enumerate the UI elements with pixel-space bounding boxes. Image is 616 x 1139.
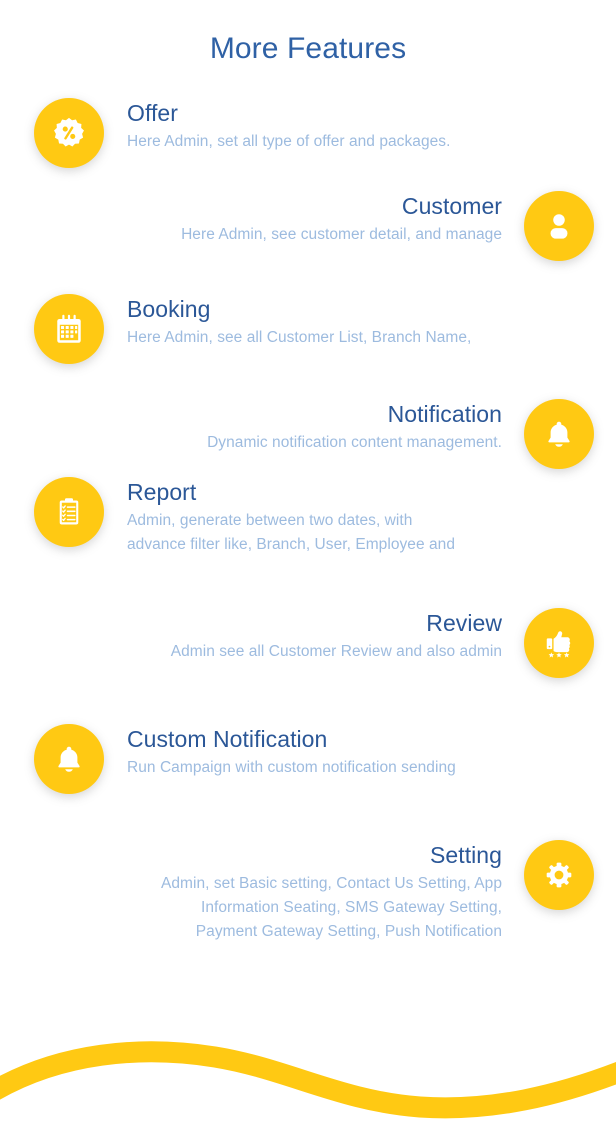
gear-icon	[524, 840, 594, 910]
feature-title: Setting	[430, 842, 502, 868]
thumbs-up-stars-icon	[524, 608, 594, 678]
calendar-icon	[34, 294, 104, 364]
yellow-wave-divider	[0, 1041, 616, 1119]
feature-title: Notification	[387, 401, 502, 427]
feature-description: Admin, set Basic setting, Contact Us Set…	[160, 875, 502, 940]
clipboard-checklist-icon	[34, 477, 104, 547]
feature-description: Here Admin, see customer detail, and man…	[181, 226, 502, 243]
page-title: More Features	[209, 32, 407, 65]
feature-text-offer: Offer Here Admin, set all type of offer …	[127, 98, 450, 154]
feature-text-report: Report Admin, generate between two dates…	[127, 477, 455, 557]
percent-badge-icon	[34, 98, 104, 168]
feature-item-setting[interactable]: Setting Admin, set Basic setting, Contac…	[161, 840, 594, 944]
feature-text-notification: Notification Dynamic notification conten…	[207, 399, 502, 455]
person-icon	[524, 191, 594, 261]
feature-description: Here Admin, see all Customer List, Branc…	[127, 329, 472, 346]
feature-title: Review	[426, 610, 502, 636]
bell-icon	[524, 399, 594, 469]
feature-item-customer[interactable]: Customer Here Admin, see customer detail…	[181, 191, 594, 261]
feature-item-report[interactable]: Report Admin, generate between two dates…	[34, 477, 455, 557]
feature-description: Here Admin, set all type of offer and pa…	[127, 133, 451, 150]
feature-title: Customer	[401, 193, 502, 219]
feature-list-page: More Features Offer Here Admin, set all …	[0, 0, 616, 1139]
feature-text-setting: Setting Admin, set Basic setting, Contac…	[161, 840, 502, 944]
feature-title: Offer	[127, 100, 178, 126]
feature-text-custom-notification: Custom Notification Run Campaign with cu…	[127, 724, 456, 780]
feature-description: Admin, generate between two dates, with …	[127, 512, 456, 553]
feature-text-booking: Booking Here Admin, see all Customer Lis…	[127, 294, 471, 350]
feature-item-notification[interactable]: Notification Dynamic notification conten…	[207, 399, 594, 469]
bell-icon	[34, 724, 104, 794]
feature-title: Custom Notification	[127, 726, 328, 752]
feature-description: Admin see all Customer Review and also a…	[170, 643, 502, 660]
feature-description: Dynamic notification content management.	[207, 434, 502, 451]
feature-item-review[interactable]: Review Admin see all Customer Review and…	[171, 608, 594, 678]
feature-title: Booking	[127, 296, 211, 322]
feature-text-customer: Customer Here Admin, see customer detail…	[181, 191, 502, 247]
feature-item-custom-notification[interactable]: Custom Notification Run Campaign with cu…	[34, 724, 456, 794]
feature-description: Run Campaign with custom notification se…	[127, 759, 456, 776]
feature-title: Report	[127, 479, 197, 505]
feature-text-review: Review Admin see all Customer Review and…	[171, 608, 502, 664]
feature-item-offer[interactable]: Offer Here Admin, set all type of offer …	[34, 98, 450, 168]
feature-item-booking[interactable]: Booking Here Admin, see all Customer Lis…	[34, 294, 471, 364]
